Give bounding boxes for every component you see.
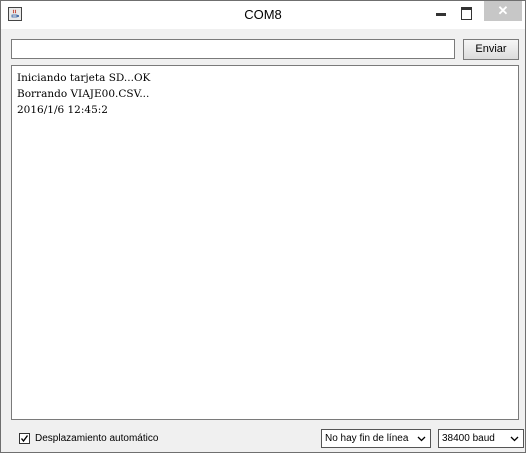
check-icon — [20, 435, 29, 443]
line-ending-select[interactable]: No hay fin de línea — [321, 429, 431, 448]
chevron-down-icon — [417, 436, 426, 442]
serial-monitor-window: COM8 ✕ Enviar Iniciando tarjeta SD...OK … — [0, 0, 526, 453]
title-bar[interactable]: COM8 ✕ — [1, 1, 525, 29]
minimize-icon[interactable] — [431, 4, 453, 22]
output-line: 2016/1/6 12:45:2 — [17, 104, 108, 116]
autoscroll-label: Desplazamiento automático — [35, 433, 159, 444]
baud-rate-value: 38400 baud — [442, 433, 495, 444]
output-line: Borrando VIAJE00.CSV... — [17, 88, 150, 100]
baud-rate-select[interactable]: 38400 baud — [438, 429, 524, 448]
send-input[interactable] — [11, 39, 455, 59]
serial-output[interactable]: Iniciando tarjeta SD...OK Borrando VIAJE… — [11, 65, 519, 420]
chevron-down-icon — [510, 436, 519, 442]
output-line: Iniciando tarjeta SD...OK — [17, 72, 151, 84]
close-icon[interactable]: ✕ — [484, 1, 522, 21]
maximize-icon[interactable] — [456, 4, 478, 22]
autoscroll-checkbox[interactable] — [19, 433, 30, 444]
send-button[interactable]: Enviar — [463, 39, 519, 60]
line-ending-value: No hay fin de línea — [325, 433, 409, 444]
